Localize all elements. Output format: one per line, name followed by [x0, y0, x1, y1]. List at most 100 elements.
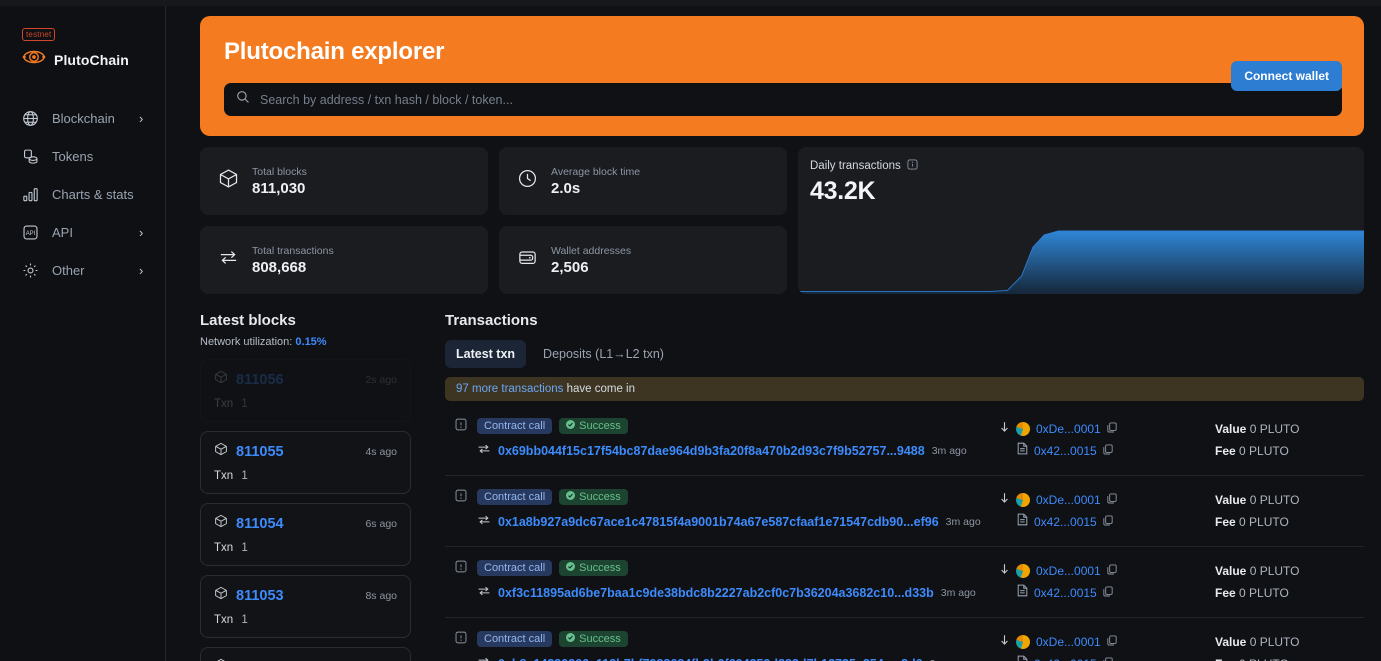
search-bar[interactable]: Search by address / txn hash / block / t…	[224, 83, 1342, 116]
block-list-item[interactable]: 811052	[200, 647, 411, 661]
tx-type-indicator-icon[interactable]	[455, 631, 467, 661]
tx-hash[interactable]: 0x1a8b927a9dc67ace1c47815f4a9001b74a67e5…	[498, 515, 939, 529]
chart-value: 43.2K	[810, 177, 1364, 206]
sidebar-item-label: Charts & stats	[44, 187, 139, 202]
table-row[interactable]: Contract call Success	[445, 476, 1364, 547]
tx-type-badge[interactable]: Contract call	[477, 489, 552, 505]
swap-icon	[218, 247, 239, 273]
wallet-icon	[517, 247, 538, 273]
copy-icon[interactable]	[1103, 655, 1113, 661]
stat-label: Total transactions	[252, 244, 334, 258]
tx-fee: 0 PLUTO	[1239, 586, 1289, 600]
brand-name: PlutoChain	[54, 52, 129, 68]
sidebar-item-label: Blockchain	[44, 111, 139, 126]
stat-label: Wallet addresses	[551, 244, 631, 258]
copy-icon[interactable]	[1107, 562, 1117, 580]
from-address[interactable]: 0xDe...0001	[1036, 493, 1101, 507]
brand-block[interactable]: testnet PlutoChain	[0, 24, 165, 71]
tx-type-indicator-icon[interactable]	[455, 560, 467, 602]
page-title: Plutochain explorer	[224, 38, 1342, 66]
avatar	[1016, 422, 1030, 436]
tx-value: 0 PLUTO	[1250, 422, 1300, 436]
transactions-panel: Transactions Latest txn Deposits (L1→L2 …	[445, 312, 1364, 661]
tx-fee: 0 PLUTO	[1239, 444, 1289, 458]
swap-icon	[477, 584, 491, 602]
network-utilization-label: Network utilization:	[200, 336, 292, 348]
block-age: 6s ago	[365, 518, 397, 530]
tx-type-indicator-icon[interactable]	[455, 418, 467, 460]
tx-fee: 0 PLUTO	[1239, 657, 1289, 661]
copy-icon[interactable]	[1103, 442, 1113, 460]
copy-icon[interactable]	[1107, 491, 1117, 509]
arrow-down-icon	[999, 633, 1010, 651]
check-circle-icon	[566, 562, 575, 574]
stat-value: 2.0s	[551, 180, 640, 197]
tx-type-badge[interactable]: Contract call	[477, 631, 552, 647]
block-age: 8s ago	[365, 590, 397, 602]
latest-blocks-panel: Latest blocks Network utilization: 0.15%	[200, 312, 411, 661]
block-list-item[interactable]: 811053 8s ago Txn 1	[200, 575, 411, 638]
stat-label: Total blocks	[252, 165, 307, 179]
new-transactions-notice: 97 more transactions have come in	[445, 377, 1364, 401]
block-number[interactable]: 811054	[228, 516, 365, 532]
block-number[interactable]: 811053	[228, 588, 365, 604]
block-txn-count: 1	[236, 542, 247, 554]
info-icon[interactable]	[907, 157, 918, 175]
fee-label: Fee	[1215, 444, 1236, 458]
copy-icon[interactable]	[1103, 513, 1113, 531]
table-row[interactable]: Contract call Success	[445, 618, 1364, 661]
more-transactions-link[interactable]: 97 more transactions	[456, 383, 563, 395]
sidebar-item-label: API	[44, 225, 139, 240]
sidebar-item-label: Other	[44, 263, 139, 278]
tokens-icon	[22, 148, 44, 165]
block-age: 4s ago	[365, 446, 397, 458]
status-badge: Success	[559, 418, 628, 434]
cube-icon	[214, 586, 228, 605]
cube-icon	[218, 168, 239, 194]
block-number[interactable]: 811055	[228, 444, 365, 460]
tx-hash[interactable]: 0xf3c11895ad6be7baa1c9de38bdc8b2227ab2cf…	[498, 586, 934, 600]
sidebar-item-charts-stats[interactable]: Charts & stats	[0, 175, 165, 213]
copy-icon[interactable]	[1107, 420, 1117, 438]
block-list-item[interactable]: 811054 6s ago Txn 1	[200, 503, 411, 566]
sidebar-item-other[interactable]: Other ›	[0, 251, 165, 289]
sidebar-nav: Blockchain › Tokens	[0, 99, 165, 289]
block-list-item[interactable]: 811056 2s ago Txn 1	[200, 359, 411, 422]
sidebar-item-api[interactable]: API API ›	[0, 213, 165, 251]
tab-deposits[interactable]: Deposits (L1→L2 txn)	[532, 340, 675, 368]
tx-hash[interactable]: 0x69bb044f15c17f54bc87dae964d9b3fa20f8a4…	[498, 444, 925, 458]
hero-banner: Plutochain explorer Connect wallet Searc…	[200, 16, 1364, 136]
to-address[interactable]: 0x42...0015	[1034, 586, 1097, 600]
sidebar-item-blockchain[interactable]: Blockchain ›	[0, 99, 165, 137]
table-row[interactable]: Contract call Success	[445, 405, 1364, 476]
from-address[interactable]: 0xDe...0001	[1036, 635, 1101, 649]
fee-label: Fee	[1215, 657, 1236, 661]
table-row[interactable]: Contract call Success	[445, 547, 1364, 618]
tx-type-badge[interactable]: Contract call	[477, 418, 552, 434]
tx-hash[interactable]: 0xb8a14330366c113b7bf7932624fb9b0f604359…	[498, 657, 923, 661]
to-address[interactable]: 0x42...0015	[1034, 444, 1097, 458]
from-address[interactable]: 0xDe...0001	[1036, 564, 1101, 578]
from-address[interactable]: 0xDe...0001	[1036, 422, 1101, 436]
stat-value: 2,506	[551, 259, 631, 276]
tx-age: 3m ago	[932, 445, 967, 457]
tx-type-indicator-icon[interactable]	[455, 489, 467, 531]
block-list-item[interactable]: 811055 4s ago Txn 1	[200, 431, 411, 494]
tx-age: 3m ago	[941, 587, 976, 599]
document-icon	[1017, 584, 1028, 602]
to-address[interactable]: 0x42...0015	[1034, 657, 1097, 661]
avatar	[1016, 493, 1030, 507]
tx-type-badge[interactable]: Contract call	[477, 560, 552, 576]
connect-wallet-button[interactable]: Connect wallet	[1231, 61, 1342, 91]
check-circle-icon	[566, 420, 575, 432]
chart-title: Daily transactions	[810, 160, 901, 172]
status-badge: Success	[559, 560, 628, 576]
search-input-placeholder[interactable]: Search by address / txn hash / block / t…	[260, 93, 513, 107]
swap-icon	[477, 442, 491, 460]
tab-latest-txn[interactable]: Latest txn	[445, 340, 526, 368]
copy-icon[interactable]	[1107, 633, 1117, 651]
block-number[interactable]: 811056	[228, 372, 365, 388]
to-address[interactable]: 0x42...0015	[1034, 515, 1097, 529]
copy-icon[interactable]	[1103, 584, 1113, 602]
sidebar-item-tokens[interactable]: Tokens	[0, 137, 165, 175]
